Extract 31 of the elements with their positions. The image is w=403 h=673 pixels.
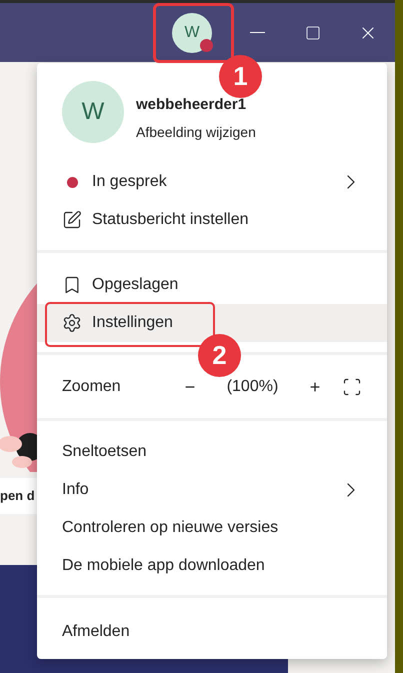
menu-item[interactable]: Controleren op nieuwe versies [37, 509, 387, 547]
menu-item[interactable]: Info [37, 471, 387, 509]
menu-item-label: In gesprek [92, 172, 167, 192]
menu-item[interactable]: Statusbericht instellen [37, 201, 387, 239]
menu-item[interactable]: Instellingen [37, 304, 387, 342]
edit-icon [62, 210, 82, 230]
minimize-icon [250, 32, 265, 33]
zoom-level: (100%) [226, 377, 280, 397]
zoom-label: Zoomen [62, 377, 122, 397]
menu-item[interactable]: De mobiele app downloaden [37, 547, 387, 585]
change-picture-link[interactable]: Afbeelding wijzigen [136, 122, 256, 144]
menu-item-label: De mobiele app downloaden [62, 556, 265, 576]
avatar-button[interactable]: W [172, 12, 212, 52]
menu-item-label: Info [62, 480, 89, 500]
menu-item[interactable]: Afmelden [37, 613, 387, 651]
fullscreen-icon [342, 377, 362, 397]
card-text: pen d [0, 487, 35, 506]
fullscreen-button[interactable] [342, 377, 362, 397]
menu-item-label: Controleren op nieuwe versies [62, 518, 278, 538]
profile-avatar: W [62, 80, 124, 142]
menu-item-label: Statusbericht instellen [92, 210, 249, 230]
maximize-icon [304, 24, 320, 40]
settings-icon [62, 313, 82, 333]
menu-item-label: Sneltoetsen [62, 442, 147, 462]
zoom-in-button[interactable]: + [300, 374, 330, 400]
menu-item[interactable]: Sneltoetsen [37, 433, 387, 471]
menu-item-label: Instellingen [92, 313, 173, 333]
menu-item[interactable]: In gesprek [37, 163, 387, 201]
menu-item-label: Afmelden [62, 622, 130, 642]
menu-item[interactable]: Opgeslagen [37, 266, 387, 304]
menu-item-label: Opgeslagen [92, 275, 178, 295]
